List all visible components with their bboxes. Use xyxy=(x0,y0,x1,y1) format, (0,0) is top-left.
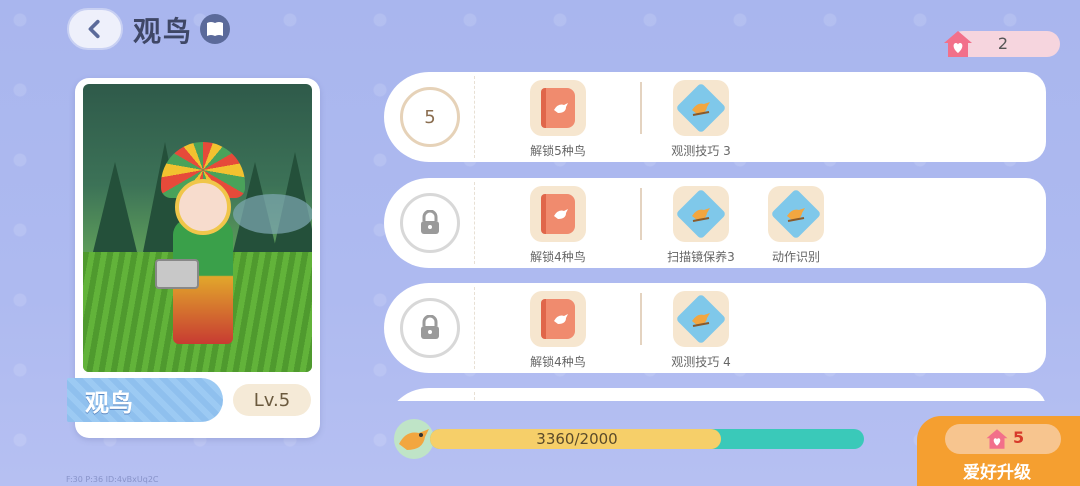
debug-overlay-text: F:30 P:36 ID:4vBxUq2C xyxy=(66,475,159,484)
hearts-counter: 2 xyxy=(944,31,1060,57)
character-card: 观鸟 Lv.5 xyxy=(67,78,320,438)
level-badge: Lv.5 xyxy=(233,384,311,416)
reward-item[interactable]: 解锁5种鸟 xyxy=(513,80,603,159)
heart-house-icon xyxy=(986,429,1008,449)
book-icon[interactable] xyxy=(200,14,230,44)
bird-skill-icon xyxy=(675,82,727,134)
bird-skill-icon xyxy=(675,293,727,345)
reward-item[interactable]: 解锁4种鸟 xyxy=(513,186,603,265)
reward-item[interactable]: 解锁4种鸟 xyxy=(513,291,603,370)
reward-list[interactable]: 5 解锁5种鸟 观测技巧 3 解锁4种鸟 扫描镜保养3 动作识别 解锁4种鸟 观… xyxy=(384,72,1048,401)
back-button[interactable] xyxy=(67,8,123,50)
hobby-name: 观鸟 xyxy=(85,389,133,417)
hobby-name-ribbon: 观鸟 xyxy=(67,378,223,422)
hobby-upgrade-button[interactable]: 5 爱好升级 xyxy=(917,416,1080,486)
heart-house-icon xyxy=(944,31,972,57)
reward-item[interactable]: 观测技巧 4 xyxy=(656,291,746,370)
reward-item[interactable]: 动作识别 xyxy=(751,186,841,265)
bird-skill-icon xyxy=(675,188,727,240)
page-title: 观鸟 xyxy=(133,15,194,48)
lock-icon xyxy=(400,298,460,358)
scanner-device xyxy=(155,259,199,289)
upgrade-label: 爱好升级 xyxy=(963,463,1031,483)
reward-row: 解锁4种鸟 扫描镜保养3 动作识别 xyxy=(384,178,1046,268)
reward-row: 解锁4种鸟 观测技巧 4 xyxy=(384,283,1046,373)
bird-book-icon xyxy=(541,299,575,339)
hearts-count: 2 xyxy=(997,34,1008,53)
upgrade-cost: 5 xyxy=(945,424,1061,454)
bird-skill-icon xyxy=(770,188,822,240)
chevron-left-icon xyxy=(88,19,100,39)
reward-row: 5 解锁5种鸟 观测技巧 3 xyxy=(384,72,1046,162)
bird-book-icon xyxy=(541,194,575,234)
character-portrait xyxy=(83,84,312,372)
lock-icon xyxy=(400,193,460,253)
progress-text: 3360/2000 xyxy=(536,430,618,448)
level-circle: 5 xyxy=(400,87,460,147)
reward-row-partial xyxy=(384,388,1046,401)
reward-item[interactable]: 观测技巧 3 xyxy=(656,80,746,159)
bird-book-icon xyxy=(541,88,575,128)
experience-progress-bar: 3360/2000 xyxy=(430,429,864,449)
reward-item[interactable]: 扫描镜保养3 xyxy=(656,186,746,265)
